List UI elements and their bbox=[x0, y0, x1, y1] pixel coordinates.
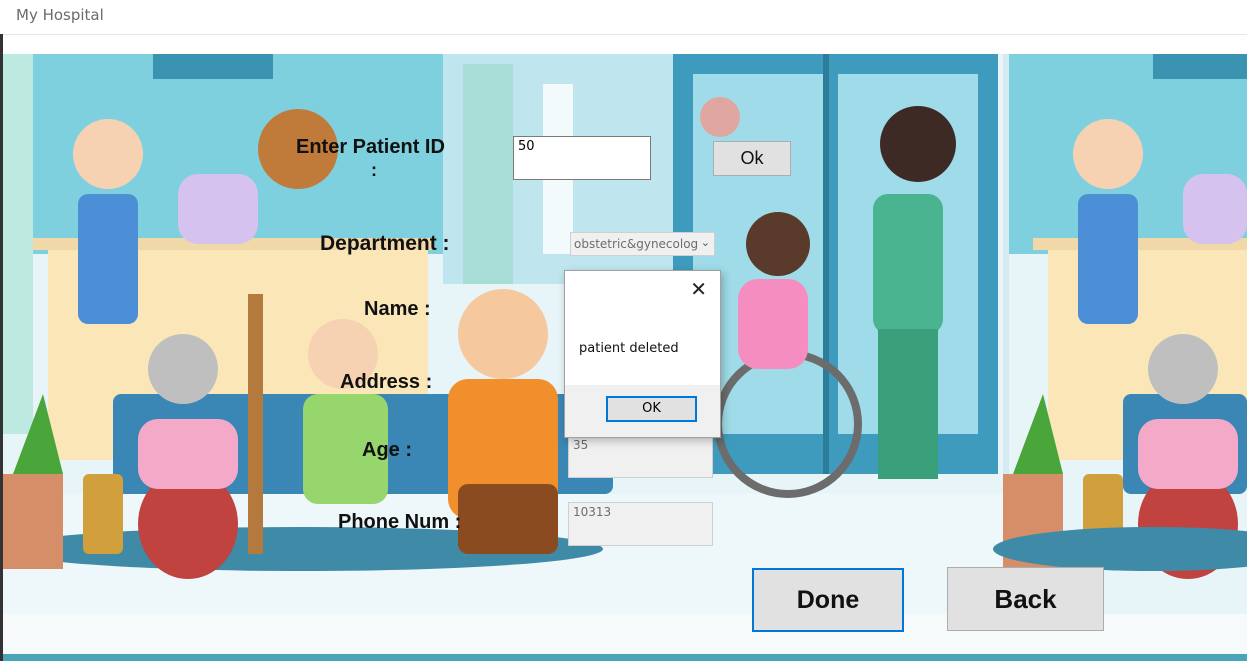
chevron-down-icon: ⌄ bbox=[700, 236, 710, 249]
dialog-message: patient deleted bbox=[579, 341, 679, 356]
ok-button[interactable]: Ok bbox=[713, 141, 791, 176]
patient-id-colon: : bbox=[371, 160, 377, 180]
name-label: Name : bbox=[364, 298, 431, 320]
done-button[interactable]: Done bbox=[752, 568, 904, 632]
phone-label: Phone Num : bbox=[338, 511, 462, 533]
patient-id-input[interactable]: 50 bbox=[513, 136, 651, 180]
dialog-ok-button[interactable]: OK bbox=[606, 396, 697, 422]
window-title: My Hospital bbox=[16, 6, 104, 24]
department-label: Department : bbox=[320, 232, 450, 255]
patient-id-label: Enter Patient ID bbox=[296, 136, 445, 158]
address-label: Address : bbox=[340, 371, 433, 393]
department-select[interactable]: obstetric&gynecolog ⌄ bbox=[570, 232, 715, 256]
phone-field[interactable]: 10313 bbox=[568, 502, 713, 546]
close-icon[interactable]: ✕ bbox=[690, 277, 707, 301]
title-bar: My Hospital bbox=[0, 0, 1247, 35]
department-value: obstetric&gynecolog bbox=[574, 237, 699, 251]
age-label: Age : bbox=[362, 439, 412, 461]
back-button[interactable]: Back bbox=[947, 567, 1104, 631]
age-field[interactable]: 35 bbox=[568, 435, 713, 478]
footer-band bbox=[3, 654, 1247, 661]
